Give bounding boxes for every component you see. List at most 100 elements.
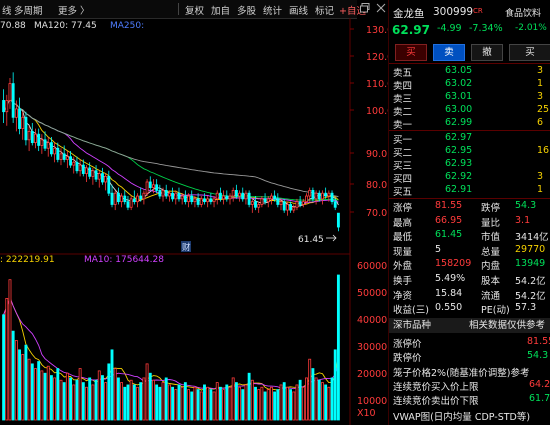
candle-body [295, 201, 299, 208]
bid-level-label: 买三 [393, 161, 413, 172]
ask-row: 卖四 63.02 1 [389, 78, 550, 92]
buy-secondary-button[interactable]: 买 [509, 44, 550, 61]
candle-body [190, 195, 194, 203]
fuquan-button[interactable]: 复权 [185, 3, 204, 17]
window-restore-icon[interactable] [360, 3, 370, 13]
bid-row: 买三 62.93 [389, 158, 550, 172]
candle-body [254, 201, 257, 208]
sector-change: -2.01% [515, 23, 547, 33]
marker-button[interactable]: 标记 [315, 3, 334, 17]
volume-bar [254, 386, 257, 421]
stat-value: 0.550 [435, 302, 463, 314]
ma80-line [3, 97, 339, 198]
statistics-button[interactable]: 统计 [263, 3, 282, 17]
candle-body [59, 153, 63, 160]
candle-body [167, 192, 171, 197]
stat-row: 换手 5.49% 股本 54.2亿 [389, 273, 550, 287]
volume-bar [107, 363, 111, 421]
multi-stock-button[interactable]: 多股 [237, 3, 256, 17]
cage-upper-row: 连续竞价买入价上限 64.2 [389, 379, 550, 393]
multi-period-tab[interactable]: 多周期 [14, 3, 43, 17]
ask-volume: 3 [537, 91, 544, 102]
price-line: 62.97 -4.99 -7.34% -2.01% [389, 23, 550, 37]
draw-line-button[interactable]: 画线 [289, 3, 308, 17]
candle-body [234, 190, 238, 197]
close-icon[interactable] [376, 3, 386, 13]
volume-bar [247, 372, 251, 421]
ask-price: 62.99 [445, 117, 473, 128]
candle-body [305, 195, 308, 203]
divider [389, 198, 550, 199]
volume-bar [196, 389, 200, 421]
volume-bar [18, 349, 21, 421]
bid-price: 62.97 [445, 132, 473, 143]
volume-bar [40, 370, 44, 421]
earnings-event-marker[interactable]: 财 [182, 242, 191, 253]
volume-bar [289, 389, 293, 421]
candle-body [199, 198, 203, 205]
volume-bar [241, 389, 245, 421]
candle-body [292, 206, 296, 211]
bid-volume: 3 [537, 171, 544, 182]
volume-bar [59, 379, 63, 421]
cage-title-row: 笼子价格2%(随基准价调整)参考 [389, 365, 550, 379]
candle-body [193, 198, 197, 203]
stat-row: 最高 66.95 量比 3.1 [389, 215, 550, 229]
volume-bar [5, 297, 9, 421]
price-tick: 130.0 [366, 25, 390, 36]
sector-name[interactable]: 食品饮料 [505, 6, 541, 19]
ask-price: 63.00 [445, 104, 473, 115]
candle-body [333, 201, 337, 208]
candle-body [8, 83, 12, 101]
volume-bar [155, 384, 159, 421]
volume-bar [46, 365, 50, 421]
bid-volume: 1 [537, 184, 544, 195]
vwap-row[interactable]: VWAP图(日内均量 CDP-STD等) [389, 409, 550, 423]
more-tab[interactable]: 更多 〉 [58, 3, 90, 17]
vwap-link[interactable]: VWAP图(日内均量 CDP-STD等) [393, 409, 530, 423]
ask-level-label: 卖五 [393, 68, 413, 79]
candle-body [11, 83, 15, 118]
sell-button[interactable]: 卖 [433, 44, 465, 61]
candle-body [81, 164, 85, 174]
kline-chart[interactable]: 130.0 120.0 110.0 100.0 90.0 80.0 70.0 6… [0, 18, 390, 425]
cancel-order-button[interactable]: 撤 [471, 44, 503, 61]
period-line-tab[interactable]: 线 [2, 3, 12, 17]
candle-body [75, 161, 79, 172]
stat-label: 现量 [393, 246, 413, 258]
candle-body [308, 190, 312, 197]
candle-body [222, 195, 226, 200]
candle-body [289, 204, 293, 211]
candle-body [18, 108, 21, 129]
divider [389, 63, 550, 64]
volume-bar [78, 368, 82, 421]
add-overlay-button[interactable]: 加自 [211, 3, 230, 17]
volume-bar [8, 279, 12, 421]
stat-label: 流通 [481, 290, 501, 302]
ask-level-label: 卖一 [393, 120, 413, 131]
bid-row: 买四 62.92 3 [389, 171, 550, 185]
stat-label: 外盘 [393, 261, 413, 273]
candle-body [152, 184, 155, 188]
volume-bar [69, 377, 72, 421]
candle-body [30, 130, 34, 144]
candle-body [279, 201, 283, 205]
volume-bar [266, 389, 270, 421]
candle-body [321, 192, 324, 200]
candle-body [116, 192, 120, 203]
candle-body [148, 181, 152, 188]
candle-body [145, 181, 149, 194]
volume-bar [110, 349, 114, 421]
stat-value: 61.45 [435, 229, 463, 241]
candle-body [136, 195, 139, 203]
bid-level-label: 买一 [393, 135, 413, 146]
volume-ma5-line [3, 296, 339, 391]
volume-bar [136, 386, 139, 421]
bid-price: 62.91 [445, 184, 473, 195]
candle-body [14, 108, 18, 118]
cage-title: 笼子价格2%(随基准价调整)参考 [393, 368, 530, 379]
buy-button[interactable]: 买 [395, 44, 427, 61]
stat-label: 最低 [393, 232, 413, 244]
volume-bar [161, 382, 165, 421]
candle-body [324, 192, 328, 197]
